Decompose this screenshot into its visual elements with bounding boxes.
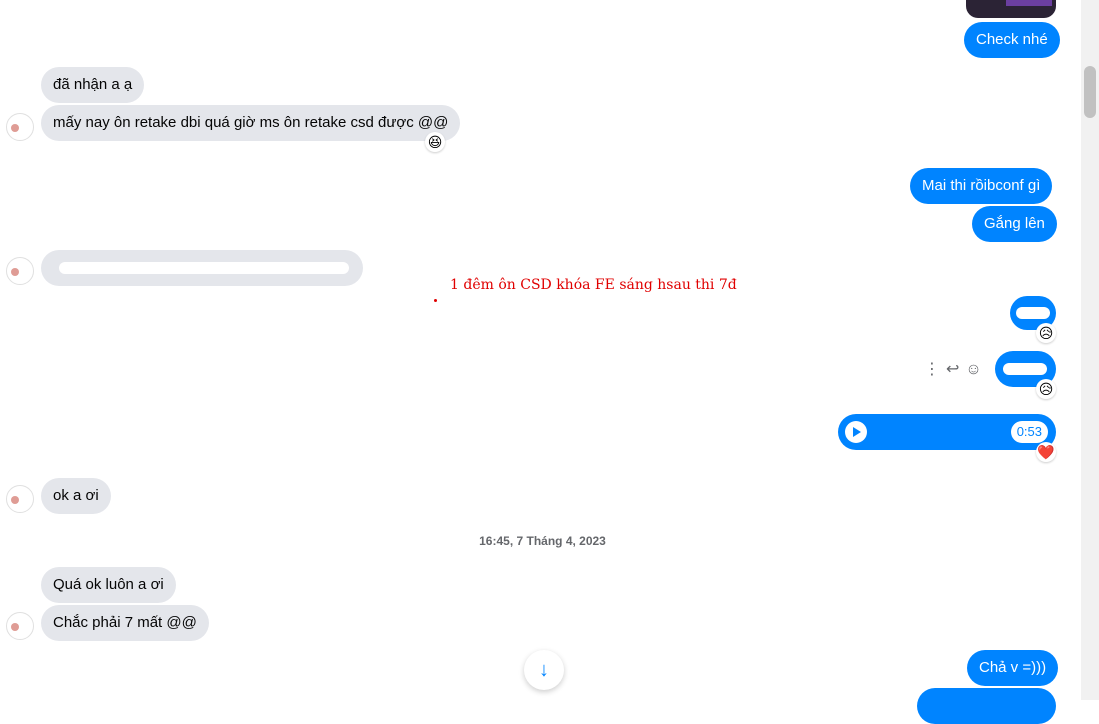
message-tools: ⋮↩☺ bbox=[924, 359, 988, 379]
redaction-mark bbox=[1003, 363, 1047, 375]
message-in-chac[interactable]: Chắc phải 7 mất @@ bbox=[41, 605, 209, 641]
redaction-mark bbox=[59, 262, 349, 274]
reply-icon[interactable]: ↩ bbox=[946, 361, 965, 378]
reaction-sad-icon[interactable]: 😥 bbox=[1036, 323, 1056, 343]
message-in-retake[interactable]: mấy nay ôn retake dbi quá giờ ms ôn reta… bbox=[41, 105, 461, 141]
reaction-laugh-icon[interactable]: 😆 bbox=[425, 132, 445, 152]
scrollbar[interactable] bbox=[1081, 0, 1099, 700]
shared-image-top[interactable] bbox=[966, 0, 1056, 18]
play-icon[interactable] bbox=[845, 421, 867, 443]
reaction-sad-icon[interactable]: 😥 bbox=[1036, 379, 1056, 399]
arrow-down-icon: ↓ bbox=[539, 659, 549, 681]
scroll-to-bottom-button[interactable]: ↓ bbox=[524, 650, 564, 690]
message-out-check[interactable]: Check nhé bbox=[964, 22, 1060, 58]
avatar[interactable] bbox=[6, 257, 34, 285]
avatar[interactable] bbox=[6, 485, 34, 513]
more-vertical-icon[interactable]: ⋮ bbox=[924, 361, 946, 378]
message-out-gang[interactable]: Gắng lên bbox=[972, 206, 1057, 242]
audio-message[interactable]: 0:53 bbox=[838, 414, 1056, 450]
message-in-ok[interactable]: ok a ơi bbox=[41, 478, 111, 514]
avatar[interactable] bbox=[6, 113, 34, 141]
message-in-qua-ok[interactable]: Quá ok luôn a ơi bbox=[41, 567, 176, 603]
avatar[interactable] bbox=[6, 612, 34, 640]
message-in-received[interactable]: đã nhận a ạ bbox=[41, 67, 145, 103]
message-in-redacted[interactable] bbox=[41, 250, 363, 286]
red-annotation-dot bbox=[434, 299, 437, 302]
timestamp-divider: 16:45, 7 Tháng 4, 2023 bbox=[479, 534, 606, 548]
message-out-mai[interactable]: Mai thi rồibconf gì bbox=[910, 168, 1053, 204]
message-out-partial[interactable] bbox=[917, 688, 1056, 724]
reaction-heart-icon[interactable]: ❤️ bbox=[1036, 442, 1056, 462]
smiley-icon[interactable]: ☺ bbox=[965, 361, 987, 378]
message-out-cha[interactable]: Chả v =))) bbox=[967, 650, 1059, 686]
red-annotation-text: 1 đêm ôn CSD khóa FE sáng hsau thi 7đ bbox=[450, 277, 737, 293]
scrollbar-thumb[interactable] bbox=[1084, 66, 1096, 118]
audio-duration: 0:53 bbox=[1010, 421, 1048, 443]
redaction-mark bbox=[1016, 307, 1050, 319]
